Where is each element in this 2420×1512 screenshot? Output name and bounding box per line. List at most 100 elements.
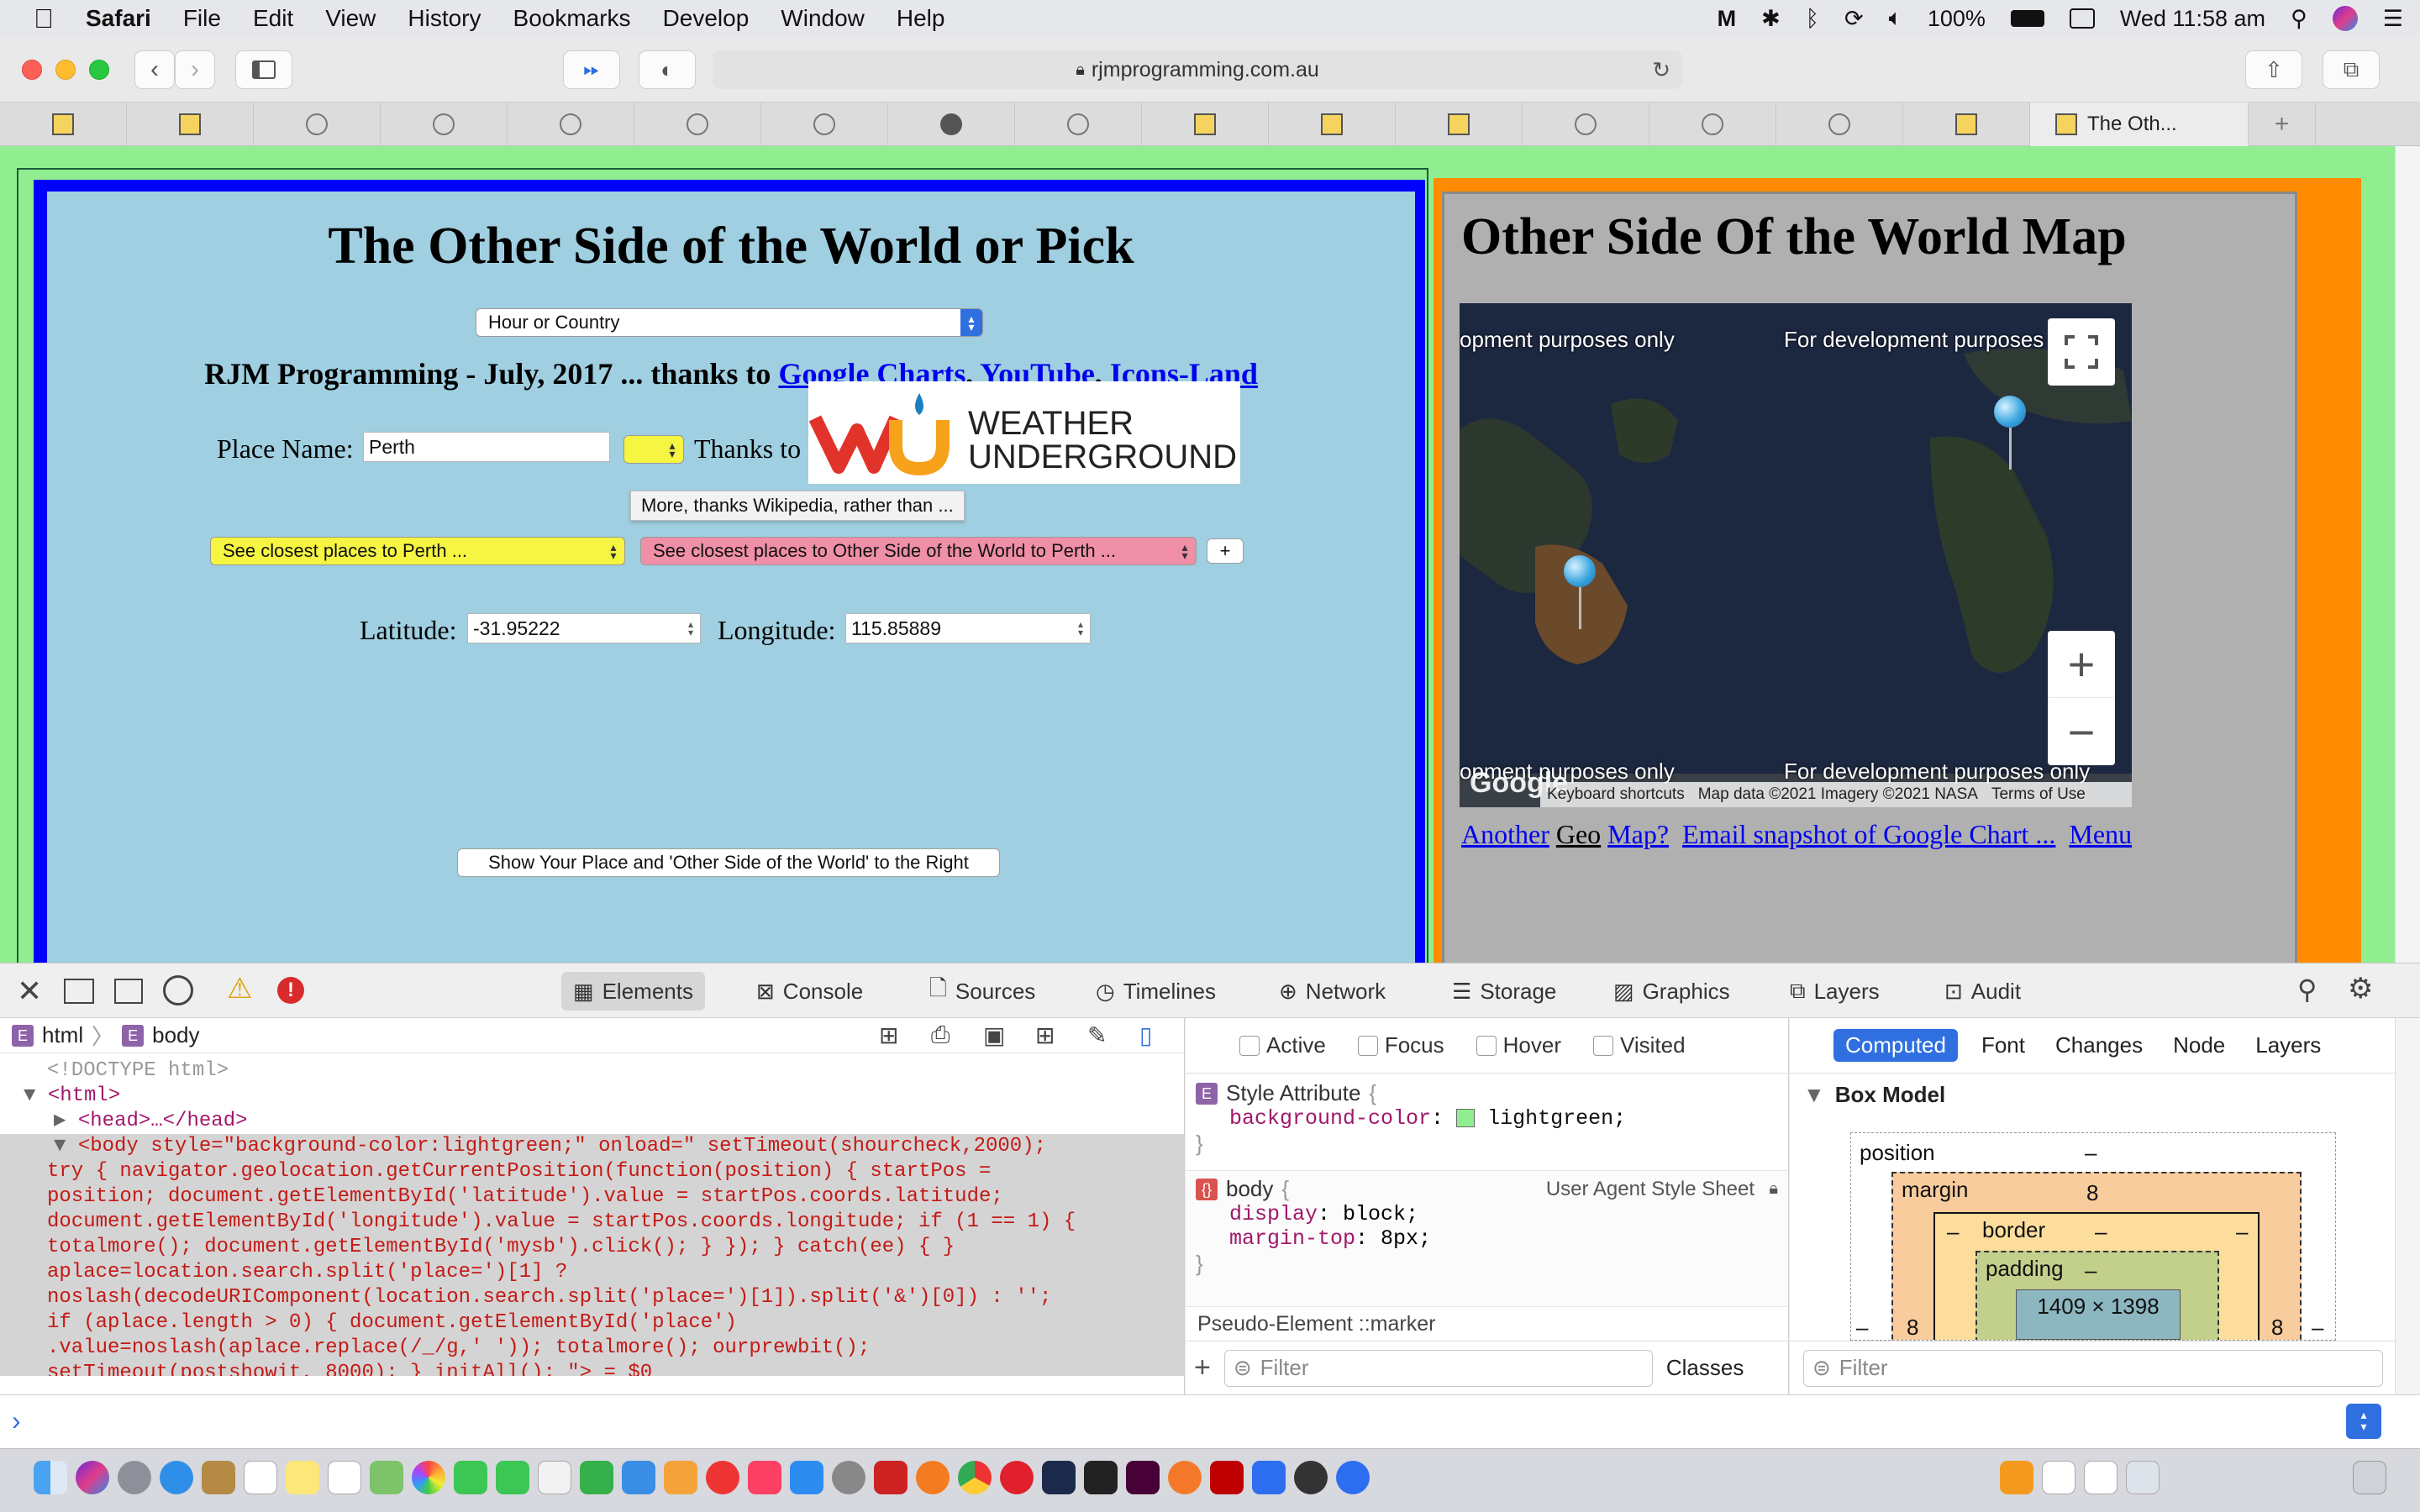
tab-changes[interactable]: Changes: [2049, 1032, 2149, 1058]
weather-underground-logo[interactable]: WEATHER UNDERGROUND: [808, 381, 1240, 484]
close-window-button[interactable]: [22, 60, 42, 80]
tab-5[interactable]: [508, 102, 634, 146]
latitude-input[interactable]: -31.95222 ▴ ▾: [467, 613, 701, 643]
dom-grid-icon[interactable]: ⊞: [1035, 1021, 1055, 1049]
gear-status-icon[interactable]: ✱: [1761, 6, 1781, 32]
filezilla-icon[interactable]: [874, 1461, 908, 1494]
xd-icon[interactable]: [1126, 1461, 1160, 1494]
devtools-settings-icon[interactable]: ⚙: [2348, 972, 2373, 1005]
dom-print-icon[interactable]: ⎙: [931, 1021, 950, 1049]
calendar-icon[interactable]: [244, 1461, 277, 1494]
keyboard-shortcuts-link[interactable]: Keyboard shortcuts: [1547, 785, 1685, 804]
tab-layers[interactable]: ⧉ Layers: [1778, 972, 1891, 1011]
tab-network[interactable]: ⊕ Network: [1267, 972, 1397, 1011]
console-prompt-bar[interactable]: › ▴ ▾: [0, 1394, 2420, 1448]
document-icon[interactable]: [2084, 1461, 2118, 1494]
body-prop-row[interactable]: display: block;: [1196, 1202, 1778, 1226]
zoom-in-button[interactable]: +: [2048, 631, 2115, 698]
address-bar[interactable]: 🔒︎ rjmprogramming.com.au ↻: [713, 50, 1682, 89]
tab-4[interactable]: [381, 102, 508, 146]
tab-16[interactable]: [1903, 102, 2030, 146]
reader-button[interactable]: ⏩︎: [563, 50, 620, 89]
siri-icon[interactable]: [2332, 6, 2358, 31]
headphones-icon[interactable]: [1252, 1461, 1286, 1494]
tab-elements[interactable]: ▦ Elements: [561, 972, 705, 1011]
dock-side-icon[interactable]: [64, 979, 94, 1004]
photoshop-icon[interactable]: [1042, 1461, 1076, 1494]
link-map[interactable]: Map?: [1607, 819, 1669, 849]
body-prop-row[interactable]: margin-top: 8px;: [1196, 1226, 1778, 1251]
fullscreen-button[interactable]: [2048, 318, 2115, 386]
tab-14[interactable]: [1649, 102, 1776, 146]
stickies-icon[interactable]: [286, 1461, 319, 1494]
dom-line[interactable]: <!DOCTYPE html>: [0, 1058, 1184, 1084]
menu-develop[interactable]: Develop: [663, 5, 750, 32]
pseudo-visited-toggle[interactable]: Visited: [1592, 1032, 1686, 1058]
terms-link[interactable]: Terms of Use: [1991, 785, 2086, 804]
terminal-icon[interactable]: [1084, 1461, 1118, 1494]
textedit-icon[interactable]: [538, 1461, 571, 1494]
tab-timelines[interactable]: ◷ Timelines: [1084, 972, 1228, 1011]
tab-node[interactable]: Node: [2166, 1032, 2232, 1058]
finder-icon[interactable]: [34, 1461, 67, 1494]
breadcrumb-html[interactable]: html: [42, 1022, 83, 1048]
firefox-icon[interactable]: [916, 1461, 950, 1494]
tab-computed[interactable]: Computed: [1833, 1029, 1958, 1062]
tab-12[interactable]: [1396, 102, 1523, 146]
plus-button[interactable]: +: [1207, 538, 1244, 564]
books-icon[interactable]: [2000, 1461, 2033, 1494]
menu-history[interactable]: History: [408, 5, 481, 32]
menu-file[interactable]: File: [183, 5, 221, 32]
notes-icon[interactable]: [202, 1461, 235, 1494]
google-map[interactable]: opment purposes only For development pur…: [1460, 303, 2132, 807]
tab-graphics[interactable]: ▨ Graphics: [1602, 972, 1742, 1011]
pseudo-hover-toggle[interactable]: Hover: [1476, 1032, 1561, 1058]
devtools-scrollbar[interactable]: [2395, 1018, 2420, 1394]
box-model-header[interactable]: ▼ Box Model: [1790, 1074, 2395, 1116]
longitude-input[interactable]: 115.85889 ▴ ▾: [845, 613, 1091, 643]
share-button[interactable]: ⇧: [2245, 50, 2302, 89]
styles-filter-input[interactable]: ⊜ Filter: [1223, 1349, 1653, 1387]
error-icon[interactable]: !: [277, 977, 304, 1004]
tab-11[interactable]: [1269, 102, 1396, 146]
tab-13[interactable]: [1523, 102, 1649, 146]
stepper-icon[interactable]: ▴ ▾: [688, 619, 693, 638]
keynote-icon[interactable]: [622, 1461, 655, 1494]
computed-filter-input[interactable]: ⊜ Filter: [1803, 1349, 2383, 1387]
spotlight-icon[interactable]: ⚲: [2291, 6, 2307, 32]
dom-layout-icon[interactable]: ⊞: [879, 1021, 898, 1049]
music-icon[interactable]: [748, 1461, 781, 1494]
menu-app-name[interactable]: Safari: [86, 5, 151, 32]
place-name-input[interactable]: Perth: [363, 432, 610, 462]
pseudo-focus-toggle[interactable]: Focus: [1357, 1032, 1444, 1058]
bm-margin-box[interactable]: margin 8 – border – – padding – 1409 × 1…: [1891, 1172, 2302, 1340]
inspect-target-icon[interactable]: [163, 975, 193, 1005]
chrome-icon[interactable]: [958, 1461, 992, 1494]
tab-audit[interactable]: ⊡ Audit: [1933, 972, 2033, 1011]
accessibility-icon[interactable]: [1336, 1461, 1370, 1494]
bm-padding-box[interactable]: padding – 1409 × 1398: [1975, 1251, 2219, 1340]
stepper-icon[interactable]: ▴ ▾: [1078, 619, 1083, 638]
filezilla-f-icon[interactable]: [1210, 1461, 1244, 1494]
calendar-status-icon[interactable]: [2069, 8, 2095, 29]
link-another[interactable]: Another: [1461, 819, 1549, 849]
reload-icon[interactable]: ↻: [1652, 57, 1670, 83]
app-store-icon[interactable]: [790, 1461, 823, 1494]
menu-bookmarks[interactable]: Bookmarks: [513, 5, 631, 32]
tab-6[interactable]: [634, 102, 761, 146]
dom-line[interactable]: ▶ <head>…</head>: [0, 1109, 1184, 1134]
launchpad-icon[interactable]: [118, 1461, 151, 1494]
show-place-button[interactable]: Show Your Place and 'Other Side of the W…: [457, 848, 1000, 877]
reminders-icon[interactable]: [328, 1461, 361, 1494]
tabs-overview-button[interactable]: ⧉: [2323, 50, 2380, 89]
menu-edit[interactable]: Edit: [253, 5, 293, 32]
closest-places-select[interactable]: See closest places to Perth ... ▴ ▾: [210, 537, 625, 565]
document-icon[interactable]: [2042, 1461, 2075, 1494]
clock[interactable]: Wed 11:58 am: [2120, 6, 2265, 32]
classes-button[interactable]: Classes: [1666, 1355, 1744, 1381]
no-entry-icon[interactable]: [706, 1461, 739, 1494]
dom-line[interactable]: ▼ <html>: [0, 1084, 1184, 1109]
privacy-button[interactable]: ◐: [639, 50, 696, 89]
forward-button[interactable]: ›: [175, 50, 215, 89]
siri-icon[interactable]: [76, 1461, 109, 1494]
